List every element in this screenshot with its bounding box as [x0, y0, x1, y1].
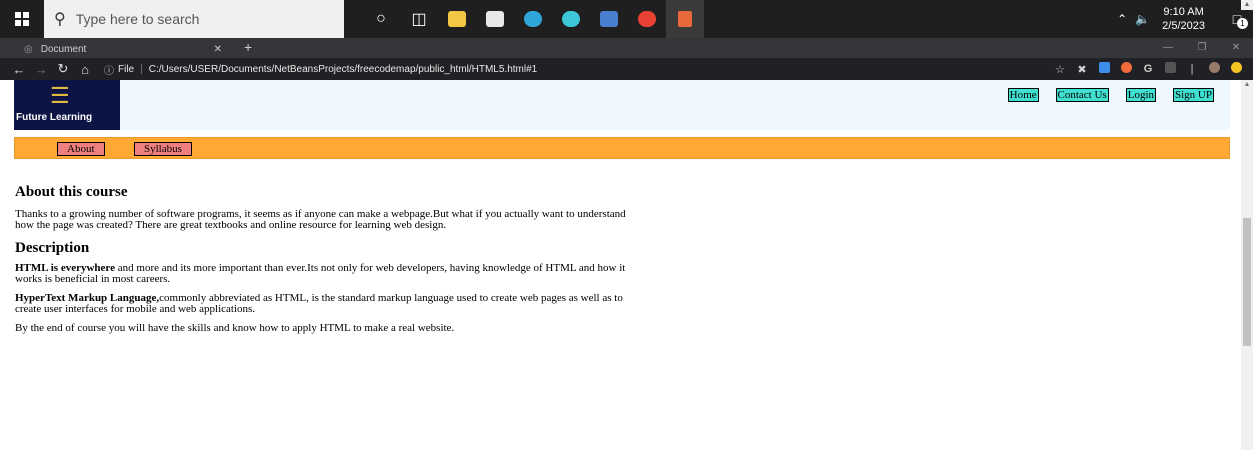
- scroll-up-arrow-icon[interactable]: ▲: [1241, 80, 1253, 90]
- about-heading: About this course: [15, 184, 128, 200]
- task-view-icon[interactable]: ◫: [400, 0, 438, 38]
- top-navigation: Home Contact Us Login Sign UP: [991, 88, 1214, 102]
- books-lamp-icon: ☰: [50, 83, 70, 108]
- tab-title: Document: [40, 43, 87, 55]
- address-bar[interactable]: ⓘ File | C:/Users/USER/Documents/NetBean…: [104, 60, 884, 78]
- app-icon[interactable]: [552, 0, 590, 38]
- browser-toolbar: ← → ↻ ⌂ ⓘ File | C:/Users/USER/Documents…: [0, 58, 1253, 80]
- globe-icon: ◎: [24, 43, 33, 55]
- volume-icon[interactable]: 🔈: [1135, 12, 1150, 26]
- browser-tab[interactable]: ◎ Document ✕: [14, 40, 230, 58]
- end-of-course-paragraph: By the end of course you will have the s…: [15, 322, 455, 334]
- back-icon[interactable]: ←: [8, 62, 30, 77]
- extension-yellow-icon[interactable]: [1225, 62, 1247, 76]
- system-tray: ⌃ 🔈 9:10 AM 2/5/2023 □ 1: [1117, 0, 1253, 38]
- chrome-icon[interactable]: [628, 0, 666, 38]
- taskbar-clock[interactable]: 9:10 AM 2/5/2023: [1162, 5, 1205, 33]
- address-prefix: File: [118, 63, 135, 75]
- google-icon[interactable]: G: [1137, 63, 1159, 75]
- file-explorer-icon[interactable]: [438, 0, 476, 38]
- windows-start-icon[interactable]: [0, 0, 44, 38]
- extension-x-icon[interactable]: ✖: [1071, 63, 1093, 76]
- taskbar-search-placeholder: Type here to search: [75, 11, 200, 27]
- page-scrollbar[interactable]: ▲: [1241, 80, 1253, 450]
- subnav-syllabus-link[interactable]: Syllabus: [134, 142, 192, 156]
- course-subnav: About Syllabus: [14, 137, 1230, 159]
- logo-text: Future Learning: [16, 112, 93, 123]
- about-paragraph: Thanks to a growing number of software p…: [15, 208, 626, 231]
- clock-date: 2/5/2023: [1162, 20, 1205, 32]
- store-icon[interactable]: [476, 0, 514, 38]
- search-icon: ⚲: [54, 11, 66, 28]
- nav-contact-link[interactable]: Contact Us: [1055, 88, 1109, 102]
- extension-blue-icon[interactable]: [1093, 62, 1115, 76]
- browser-tab-strip: ◎ Document ✕ + — ❐ ✕: [0, 38, 1253, 58]
- nav-home-link[interactable]: Home: [1007, 88, 1039, 102]
- site-header: ☰ Future Learning Home Contact Us Login …: [14, 80, 1230, 130]
- bookmark-star-icon[interactable]: ☆: [1049, 63, 1071, 76]
- info-icon[interactable]: ⓘ: [104, 62, 114, 77]
- netbeans-icon[interactable]: [666, 0, 704, 38]
- extensions-area: ☆ ✖ G |: [1049, 58, 1247, 80]
- site-logo[interactable]: ☰ Future Learning: [14, 80, 120, 130]
- chevron-up-icon[interactable]: ⌃: [1117, 12, 1127, 26]
- reload-icon[interactable]: ↻: [52, 61, 74, 77]
- notification-badge: 1: [1237, 18, 1248, 29]
- address-url: C:/Users/USER/Documents/NetBeansProjects…: [148, 63, 538, 75]
- close-icon[interactable]: ✕: [1219, 38, 1253, 58]
- profile-avatar-icon[interactable]: [1203, 62, 1225, 76]
- taskbar-pinned-apps: ○ ◫: [362, 0, 704, 38]
- clock-time: 9:10 AM: [1163, 6, 1204, 18]
- home-icon[interactable]: ⌂: [74, 62, 96, 77]
- window-controls: — ❐ ✕: [1151, 38, 1253, 58]
- cortana-icon[interactable]: ○: [362, 0, 400, 38]
- minimize-icon[interactable]: —: [1151, 38, 1185, 58]
- close-icon[interactable]: ✕: [214, 44, 222, 55]
- extension-gray-icon[interactable]: [1159, 62, 1181, 76]
- edge-icon[interactable]: [514, 0, 552, 38]
- chevron-up-icon: ▲: [1241, 0, 1253, 10]
- scrollbar-thumb[interactable]: [1243, 218, 1251, 346]
- page-viewport: ☰ Future Learning Home Contact Us Login …: [0, 80, 1241, 450]
- hypertext-paragraph: HyperText Markup Language,commonly abbre…: [15, 293, 635, 315]
- new-tab-button[interactable]: +: [244, 39, 252, 55]
- restore-icon[interactable]: ❐: [1185, 38, 1219, 58]
- description-heading: Description: [15, 240, 90, 256]
- main-content: About this course Thanks to a growing nu…: [15, 183, 635, 342]
- nav-login-link[interactable]: Login: [1125, 88, 1156, 102]
- toolbar-divider: |: [1190, 63, 1194, 75]
- windows-taskbar: ⚲ Type here to search ○ ◫ ⌃ 🔈 9:10 AM 2/…: [0, 0, 1253, 38]
- extension-orange-icon[interactable]: [1115, 62, 1137, 76]
- taskbar-search-box[interactable]: ⚲ Type here to search: [44, 0, 344, 38]
- forward-icon[interactable]: →: [30, 62, 52, 77]
- subnav-about-link[interactable]: About: [57, 142, 105, 156]
- html-everywhere-paragraph: HTML is everywhere and more and its more…: [15, 263, 635, 285]
- photos-icon[interactable]: [590, 0, 628, 38]
- address-separator: |: [140, 63, 143, 75]
- nav-signup-link[interactable]: Sign UP: [1173, 88, 1214, 102]
